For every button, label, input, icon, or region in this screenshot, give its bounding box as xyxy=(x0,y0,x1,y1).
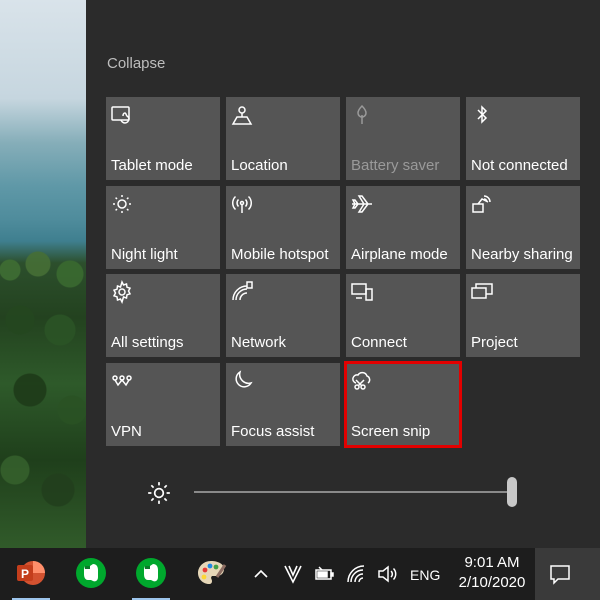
tile-label: Airplane mode xyxy=(351,246,448,263)
tile-tablet-mode[interactable]: Tablet mode xyxy=(106,97,220,180)
evernote-icon xyxy=(136,558,166,588)
clock-time: 9:01 AM xyxy=(464,554,520,571)
brightness-slider-thumb[interactable] xyxy=(507,477,517,507)
connect-icon xyxy=(350,280,374,304)
network-icon xyxy=(230,280,254,304)
language-indicator[interactable]: ENG xyxy=(410,567,440,583)
network-icon[interactable] xyxy=(346,563,368,585)
tile-night-light[interactable]: Night light xyxy=(106,186,220,269)
location-icon xyxy=(230,103,254,127)
night-light-icon xyxy=(110,192,134,216)
mobile-hotspot-icon xyxy=(230,192,254,216)
screen-snip-icon xyxy=(350,369,374,393)
vpn-icon xyxy=(110,369,134,393)
chevron-up-icon[interactable] xyxy=(250,563,272,585)
tile-label: Focus assist xyxy=(231,423,315,440)
tile-label: Connect xyxy=(351,334,407,351)
taskbar-app-evernote[interactable] xyxy=(75,557,107,589)
tile-label: Battery saver xyxy=(351,157,440,174)
tile-focus-assist[interactable]: Focus assist xyxy=(226,363,340,446)
airplane-icon xyxy=(350,192,374,216)
tile-label: Nearby sharing xyxy=(471,246,573,263)
tile-label: Network xyxy=(231,334,287,351)
tile-mobile-hotspot[interactable]: Mobile hotspot xyxy=(226,186,340,269)
battery-saver-icon xyxy=(350,103,374,127)
clock[interactable]: 9:01 AM 2/10/2020 xyxy=(452,553,532,593)
speaker-icon[interactable] xyxy=(376,563,398,585)
brightness-slider-track[interactable] xyxy=(194,491,514,493)
tile-label: Night light xyxy=(111,246,178,263)
nearby-sharing-icon xyxy=(470,192,494,216)
tile-label: All settings xyxy=(111,334,184,351)
action-center-panel: Collapse Tablet mode Location Battery sa… xyxy=(86,0,600,548)
tile-network[interactable]: Network xyxy=(226,274,340,357)
gear-icon xyxy=(110,280,134,304)
bluetooth-icon xyxy=(470,103,494,127)
taskbar-app-paint[interactable] xyxy=(195,557,227,589)
taskbar-app-powerpoint[interactable]: P xyxy=(15,557,47,589)
paint-palette-icon xyxy=(198,561,227,584)
tile-label: Tablet mode xyxy=(111,157,193,174)
clock-date: 2/10/2020 xyxy=(458,574,526,591)
evernote-icon xyxy=(76,558,106,588)
tile-label: Mobile hotspot xyxy=(231,246,329,263)
tile-nearby-sharing[interactable]: Nearby sharing xyxy=(466,186,580,269)
battery-icon[interactable] xyxy=(314,563,336,585)
tile-label: Not connected xyxy=(471,157,568,174)
tile-airplane-mode[interactable]: Airplane mode xyxy=(346,186,460,269)
tile-all-settings[interactable]: All settings xyxy=(106,274,220,357)
tile-label: Location xyxy=(231,157,288,174)
project-icon xyxy=(470,280,494,304)
svg-text:P: P xyxy=(21,567,29,581)
tile-label: VPN xyxy=(111,423,142,440)
tile-vpn[interactable]: VPN xyxy=(106,363,220,446)
tile-battery-saver[interactable]: Battery saver xyxy=(346,97,460,180)
tablet-mode-icon xyxy=(110,103,134,127)
tile-bluetooth[interactable]: Not connected xyxy=(466,97,580,180)
tile-label: Screen snip xyxy=(351,423,431,440)
powerpoint-icon: P xyxy=(17,561,45,585)
notification-icon xyxy=(550,565,570,585)
tile-location[interactable]: Location xyxy=(226,97,340,180)
taskbar-app-evernote[interactable] xyxy=(135,557,167,589)
vectorworks-tray-icon[interactable] xyxy=(282,563,304,585)
quick-actions-grid: Tablet mode Location Battery saver Not c… xyxy=(106,97,580,448)
tile-project[interactable]: Project xyxy=(466,274,580,357)
tile-label: Project xyxy=(471,334,518,351)
collapse-link[interactable]: Collapse xyxy=(107,55,165,72)
wallpaper-forest xyxy=(0,250,86,548)
tile-connect[interactable]: Connect xyxy=(346,274,460,357)
taskbar: P ENG 9:01 AM 2/10/2020 xyxy=(0,548,600,600)
moon-icon xyxy=(230,369,254,393)
brightness-icon xyxy=(146,480,172,506)
action-center-button[interactable] xyxy=(535,548,600,600)
desktop-wallpaper xyxy=(0,0,86,548)
tile-screen-snip[interactable]: Screen snip xyxy=(344,361,462,448)
